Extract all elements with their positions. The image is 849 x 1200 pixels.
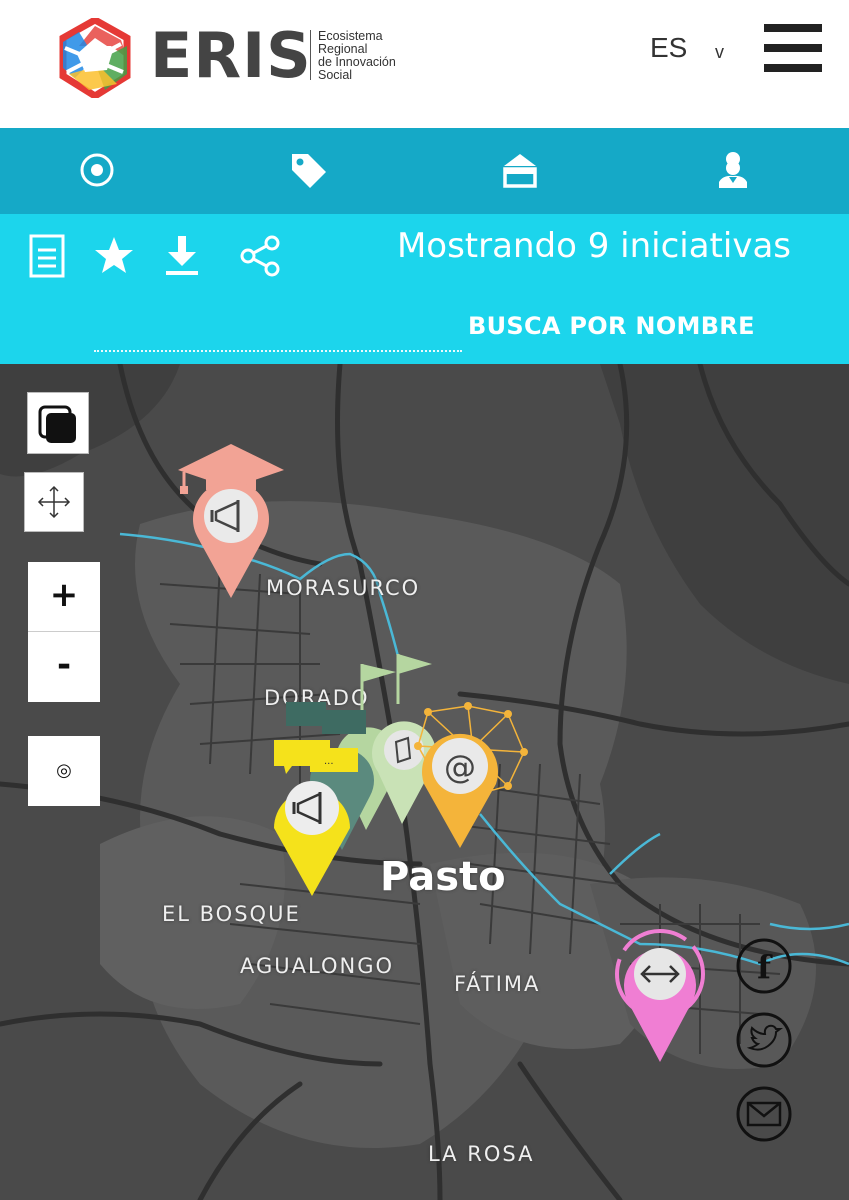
radio-target-icon[interactable] <box>77 150 117 190</box>
marker-community[interactable]: ... <box>270 700 380 900</box>
map-view[interactable]: MORASURCO DORADO Pasto EL BOSQUE AGUALON… <box>0 364 849 1200</box>
download-icon[interactable] <box>160 234 204 278</box>
share-icon[interactable] <box>238 234 282 278</box>
search-by-name-button[interactable]: BUSCA POR NOMBRE <box>468 312 755 340</box>
language-selector[interactable]: ES <box>650 32 687 64</box>
star-icon[interactable] <box>92 234 136 278</box>
user-icon[interactable] <box>713 150 753 190</box>
chevron-down-icon[interactable]: v <box>715 42 724 63</box>
facebook-letter: f <box>757 948 773 986</box>
pan-button[interactable] <box>24 472 84 532</box>
place-label-morasurco: MORASURCO <box>266 576 421 600</box>
place-label-la-rosa: LA ROSA <box>428 1142 535 1166</box>
menu-bar <box>764 64 822 72</box>
place-label-fatima: FÁTIMA <box>454 972 541 996</box>
eris-logo-icon[interactable] <box>55 18 135 98</box>
category-nav <box>0 128 849 214</box>
initiatives-count: Mostrando 9 iniciativas <box>396 226 791 266</box>
app-root: ERIS Ecosistema Regional de Innovación S… <box>0 0 849 1200</box>
logo-divider <box>310 30 311 80</box>
menu-button[interactable] <box>764 24 822 72</box>
brand-name: ERIS <box>150 19 312 92</box>
place-label-agualongo: AGUALONGO <box>240 954 394 978</box>
marker-education[interactable] <box>176 444 286 604</box>
mail-icon[interactable] <box>736 1086 792 1142</box>
tagline-line: Social <box>318 68 353 82</box>
search-input-underline[interactable] <box>94 350 462 352</box>
document-icon[interactable] <box>25 234 69 278</box>
site-header: ERIS Ecosistema Regional de Innovación S… <box>0 0 849 128</box>
twitter-icon[interactable] <box>736 1012 792 1068</box>
zoom-in-button[interactable]: + <box>28 562 100 632</box>
brand-tagline: Ecosistema Regional de Innovación Social <box>318 30 396 82</box>
chat-bubble-text: ... <box>324 756 334 767</box>
tag-icon[interactable] <box>288 150 328 190</box>
at-sign-icon: @ <box>444 748 476 786</box>
archive-box-icon[interactable] <box>500 150 540 190</box>
place-label-el-bosque: EL BOSQUE <box>162 902 301 926</box>
layers-icon <box>38 405 76 443</box>
place-label-pasto: Pasto <box>380 854 506 900</box>
facebook-icon[interactable]: f <box>736 938 792 994</box>
locate-button[interactable]: ◎ <box>28 736 100 806</box>
menu-bar <box>764 24 822 32</box>
marker-network[interactable]: @ <box>408 702 532 852</box>
zoom-out-button[interactable]: - <box>28 632 100 702</box>
marker-exchange[interactable] <box>608 928 712 1068</box>
menu-bar <box>764 44 822 52</box>
layers-button[interactable] <box>27 392 89 454</box>
move-arrows-icon <box>37 485 71 519</box>
